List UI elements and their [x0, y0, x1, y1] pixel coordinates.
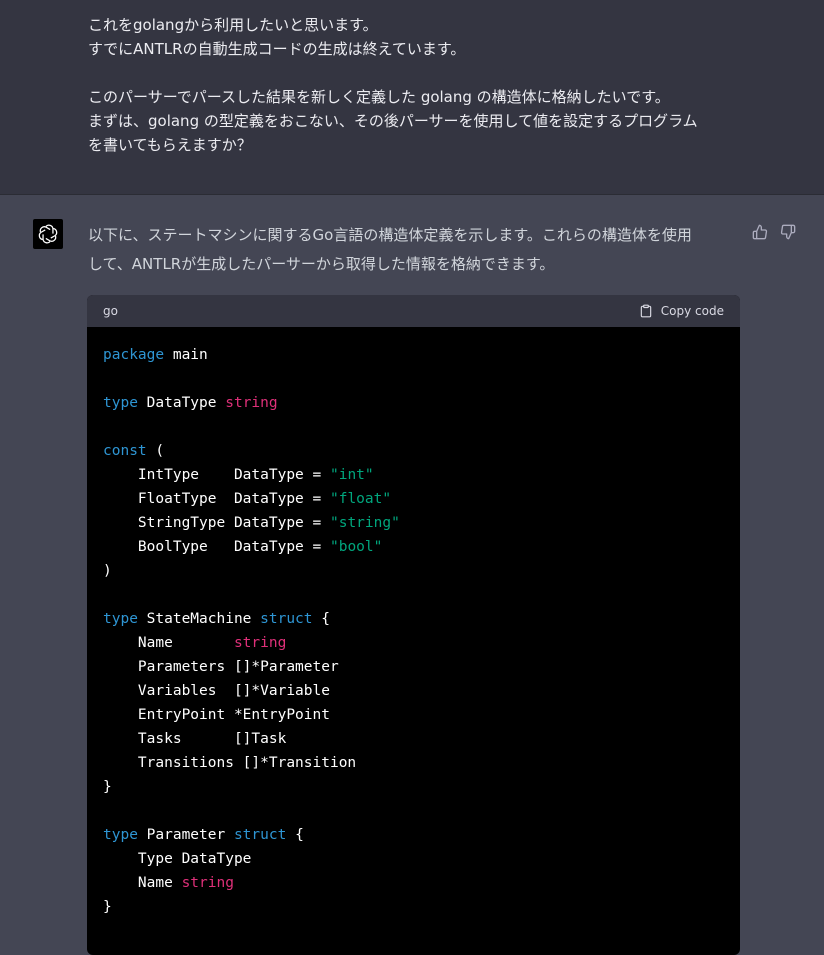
code-line: Type DataType — [103, 847, 724, 871]
code-token: Name — [103, 875, 182, 891]
code-line: const ( — [103, 439, 724, 463]
code-token: { — [286, 827, 304, 843]
code-line: type DataType string — [103, 391, 724, 415]
code-token: string — [181, 875, 234, 891]
assistant-line: 以下に、ステートマシンに関するGo言語の構造体定義を示します。これらの構造体を使… — [88, 226, 692, 244]
code-line: Name string — [103, 871, 724, 895]
code-token: "string" — [329, 515, 400, 531]
code-token: struct — [233, 827, 287, 843]
code-line: Variables []*Variable — [103, 679, 724, 703]
code-token: Name — [103, 635, 234, 651]
code-token: Parameters []*Parameter — [103, 659, 339, 675]
code-token: Parameter — [137, 827, 234, 843]
code-token: BoolType DataType = — [103, 539, 330, 555]
code-token: Type DataType — [103, 851, 252, 867]
code-token: type — [103, 611, 138, 627]
copy-code-button[interactable]: Copy code — [639, 304, 724, 318]
feedback-buttons — [752, 223, 802, 243]
code-line: IntType DataType = "int" — [103, 463, 724, 487]
code-block: go Copy code package main type DataType s… — [87, 295, 740, 955]
code-line: FloatType DataType = "float" — [103, 487, 724, 511]
code-line: Parameters []*Parameter — [103, 655, 724, 679]
openai-logo-icon — [33, 219, 63, 249]
code-line: Name string — [103, 631, 724, 655]
code-token: type — [103, 827, 138, 843]
user-line: まずは、golang の型定義をおこない、その後パーサーを使用して値を設定するプ… — [88, 112, 698, 130]
code-line: package main — [103, 343, 724, 367]
code-token: package — [103, 347, 165, 363]
code-token: "int" — [329, 467, 374, 483]
code-token: EntryPoint *EntryPoint — [103, 707, 330, 723]
code-token: type — [103, 395, 138, 411]
code-token: { — [312, 611, 330, 627]
user-line: すでにANTLRの自動生成コードの生成は終えています。 — [88, 40, 466, 58]
code-token: Variables []*Variable — [103, 683, 330, 699]
code-line: ) — [103, 559, 724, 583]
code-token: DataType — [137, 395, 226, 411]
code-token: "float" — [329, 491, 392, 507]
clipboard-icon — [640, 304, 652, 318]
assistant-line: して、ANTLRが生成したパーサーから取得した情報を格納できます。 — [88, 255, 555, 273]
thumbs-up-icon[interactable] — [752, 224, 770, 242]
code-line: } — [103, 775, 724, 799]
code-token: } — [103, 899, 112, 915]
assistant-intro: 以下に、ステートマシンに関するGo言語の構造体定義を示します。これらの構造体を使… — [88, 221, 738, 279]
code-token: ( — [146, 443, 165, 459]
code-token: struct — [260, 611, 313, 627]
copy-code-label: Copy code — [660, 304, 724, 318]
code-token: FloatType DataType = — [103, 491, 330, 507]
code-line: type StateMachine struct { — [103, 607, 724, 631]
code-token: ) — [103, 563, 112, 579]
code-language-label: go — [103, 304, 118, 318]
code-token: string — [225, 395, 278, 411]
code-token: const — [103, 443, 147, 459]
user-line: このパーサーでパースした結果を新しく定義した golang の構造体に格納したい… — [88, 88, 670, 106]
code-token: string — [233, 635, 287, 651]
code-line: type Parameter struct { — [103, 823, 724, 847]
user-line: を書いてもらえますか？ — [88, 136, 252, 154]
thumbs-down-icon[interactable] — [780, 224, 798, 242]
code-line: Tasks []Task — [103, 727, 724, 751]
code-header: go Copy code — [87, 295, 740, 327]
code-token: IntType DataType = — [103, 467, 330, 483]
code-token: StringType DataType = — [103, 515, 330, 531]
code-token: Tasks []Task — [103, 731, 287, 747]
code-line: EntryPoint *EntryPoint — [103, 703, 724, 727]
code-token: "bool" — [329, 539, 383, 555]
code-line: } — [103, 895, 724, 919]
code-line: BoolType DataType = "bool" — [103, 535, 724, 559]
code-token: main — [164, 347, 208, 363]
code-line: StringType DataType = "string" — [103, 511, 724, 535]
code-content: package main type DataType string const ( … — [87, 327, 740, 935]
code-token: } — [103, 779, 112, 795]
assistant-message: 以下に、ステートマシンに関するGo言語の構造体定義を示します。これらの構造体を使… — [0, 195, 824, 955]
code-line: Transitions []*Transition — [103, 751, 724, 775]
user-line: これをgolangから利用したいと思います。 — [88, 16, 378, 34]
code-token: StateMachine — [137, 611, 261, 627]
code-token: Transitions []*Transition — [103, 755, 357, 771]
user-message: これをgolangから利用したいと思います。 すでにANTLRの自動生成コードの… — [0, 0, 824, 195]
user-message-text: これをgolangから利用したいと思います。 すでにANTLRの自動生成コードの… — [88, 13, 748, 157]
